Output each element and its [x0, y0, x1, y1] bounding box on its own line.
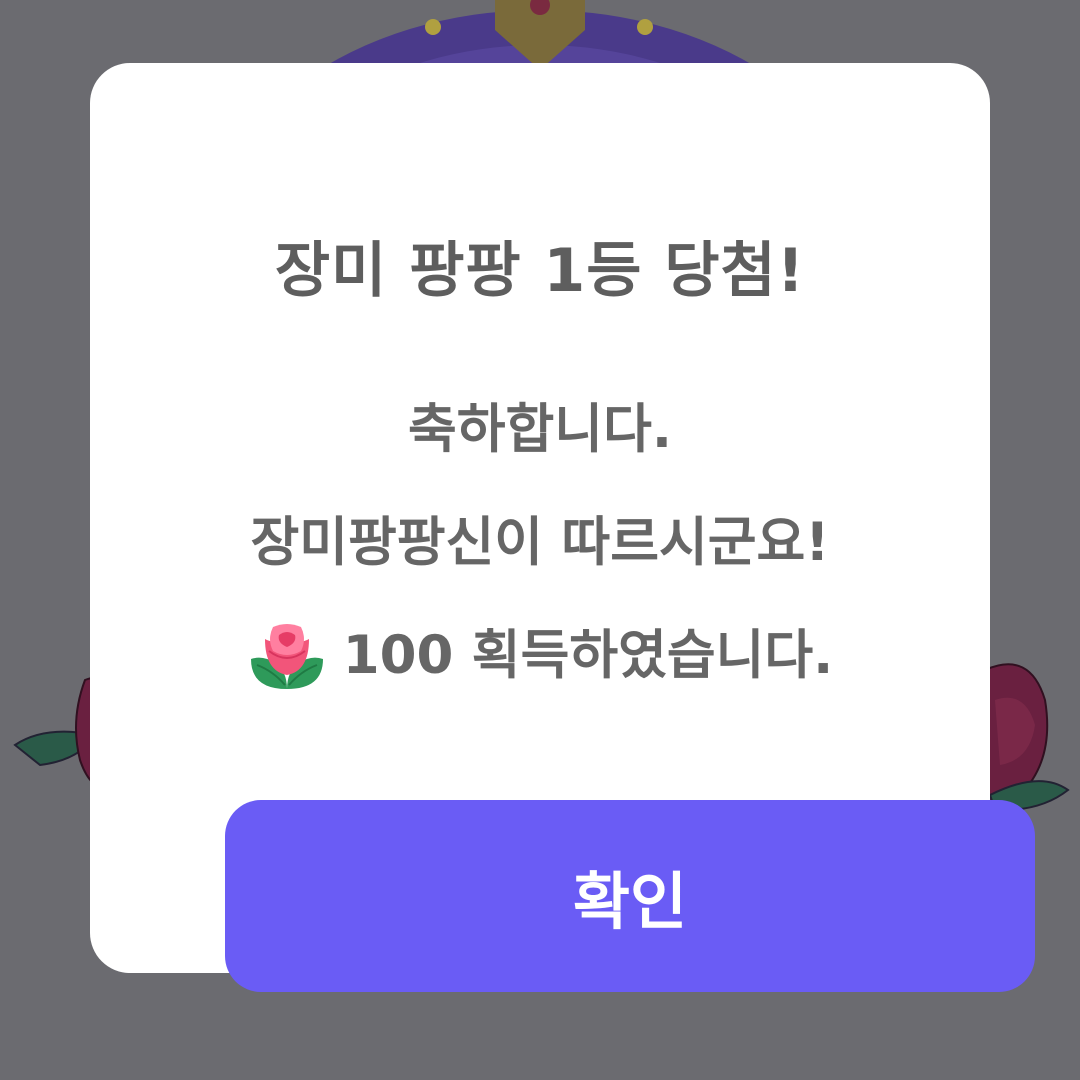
luck-message: 장미팡팡신이 따르시군요! — [250, 512, 830, 573]
congrats-message: 축하합니다. — [408, 399, 672, 460]
reward-text: 100 획득하였습니다. — [342, 625, 834, 686]
confirm-button[interactable]: 확인 — [225, 800, 1035, 992]
rose-icon — [250, 624, 323, 689]
dialog-title: 장미 팡팡 1등 당첨! — [274, 236, 806, 306]
win-dialog: 장미 팡팡 1등 당첨! 축하합니다. 장미팡팡신이 따르시군요! 100 획득… — [90, 63, 1035, 992]
reward-message: 100 획득하였습니다. — [90, 621, 990, 691]
